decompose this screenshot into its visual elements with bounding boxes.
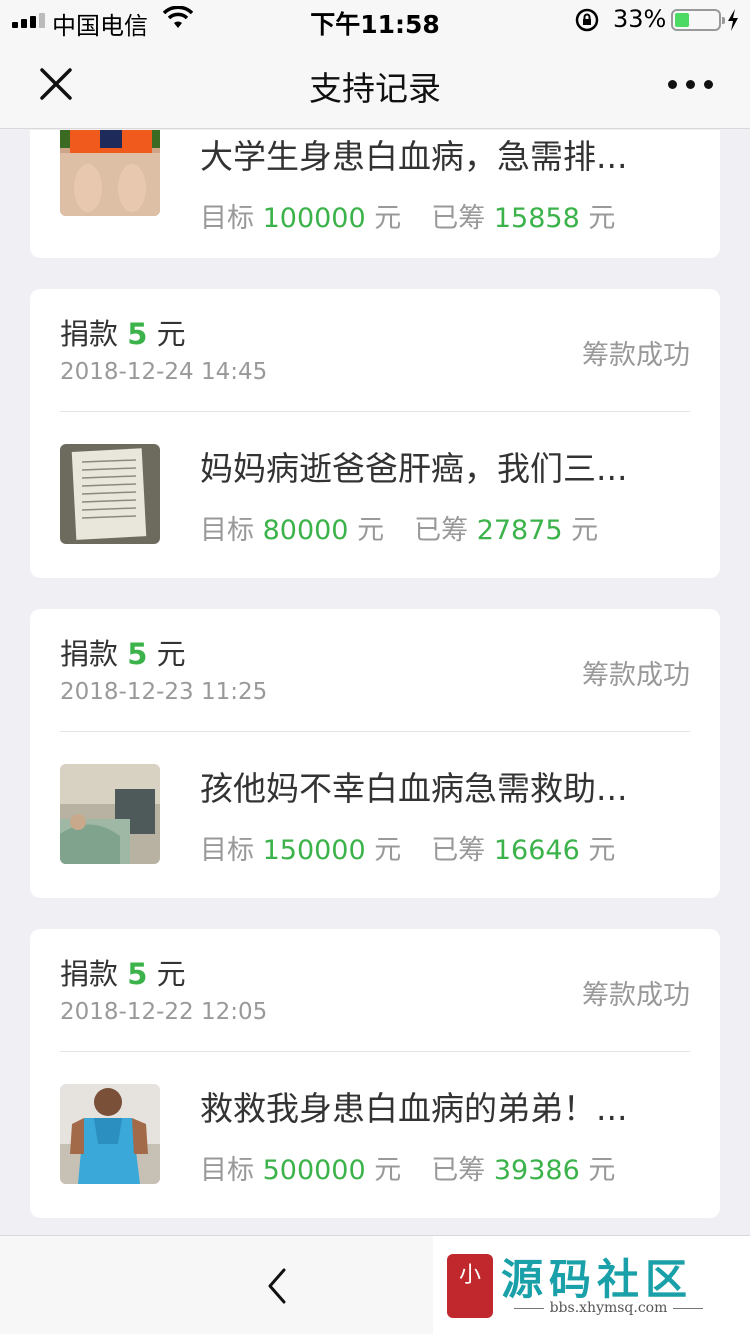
target-value: 80000 — [262, 515, 349, 546]
unit-label: 元 — [562, 515, 599, 546]
project-stats: 目标 80000 元已筹 27875 元 — [200, 508, 598, 547]
project-stats: 目标 500000 元已筹 39386 元 — [200, 1148, 615, 1187]
watermark-title: 源码社区 — [501, 1255, 694, 1304]
donation-date: 2018-12-24 14:45 — [60, 359, 268, 385]
donation-amount: 捐款 5 元 — [60, 311, 186, 353]
target-label: 目标 — [200, 835, 263, 866]
donation-unit: 元 — [147, 637, 186, 671]
charging-bolt-icon — [728, 9, 738, 31]
unit-label: 元 — [365, 1155, 402, 1186]
target-label: 目标 — [200, 1155, 263, 1186]
project-summary[interactable]: 救救我身患白血病的弟弟！... 目标 500000 元已筹 39386 元 — [30, 1052, 720, 1216]
unit-label: 元 — [579, 1155, 616, 1186]
status-badge: 筹款成功 — [582, 660, 690, 691]
target-label: 目标 — [200, 203, 263, 234]
donation-unit: 元 — [147, 317, 186, 351]
donation-label: 捐款 — [60, 317, 128, 351]
donation-header: 捐款 5 元 2018-12-24 14:45 筹款成功 — [60, 289, 690, 412]
target-value: 500000 — [262, 1155, 366, 1186]
project-title: 妈妈病逝爸爸肝癌，我们三... — [200, 449, 628, 488]
battery-icon — [671, 9, 725, 31]
raised-label: 已筹 — [414, 515, 477, 546]
raised-value: 27875 — [476, 515, 563, 546]
donation-amount: 捐款 5 元 — [60, 951, 186, 993]
support-record-card[interactable]: 大学生身患白血病，急需排... 目标 100000 元已筹 15858 元 — [30, 130, 720, 258]
unit-label: 元 — [348, 515, 385, 546]
raised-value: 16646 — [493, 835, 580, 866]
unit-label: 元 — [365, 203, 402, 234]
donation-header: 捐款 5 元 2018-12-22 12:05 筹款成功 — [60, 929, 690, 1052]
page-title: 支持记录 — [309, 69, 441, 108]
rotation-lock-icon — [575, 8, 599, 32]
target-value: 100000 — [262, 203, 366, 234]
project-summary[interactable]: 大学生身患白血病，急需排... 目标 100000 元已筹 15858 元 — [30, 130, 720, 258]
target-value: 150000 — [262, 835, 366, 866]
project-thumbnail — [60, 130, 160, 216]
project-title: 大学生身患白血病，急需排... — [200, 137, 628, 176]
support-record-card[interactable]: 捐款 5 元 2018-12-24 14:45 筹款成功 妈妈病逝爸爸肝癌，我们… — [30, 289, 720, 578]
raised-label: 已筹 — [431, 203, 494, 234]
project-stats: 目标 150000 元已筹 16646 元 — [200, 828, 615, 867]
support-record-card[interactable]: 捐款 5 元 2018-12-23 11:25 筹款成功 孩他妈不幸白血病急需救… — [30, 609, 720, 898]
project-summary[interactable]: 妈妈病逝爸爸肝癌，我们三... 目标 80000 元已筹 27875 元 — [30, 412, 720, 576]
support-record-card[interactable]: 捐款 5 元 2018-12-22 12:05 筹款成功 救救我身患白血病的弟弟… — [30, 929, 720, 1218]
support-record-list[interactable]: 大学生身患白血病，急需排... 目标 100000 元已筹 15858 元 捐款… — [0, 130, 750, 1235]
project-title: 救救我身患白血病的弟弟！... — [200, 1089, 628, 1128]
status-badge: 筹款成功 — [582, 340, 690, 371]
unit-label: 元 — [579, 203, 616, 234]
donation-label: 捐款 — [60, 637, 128, 671]
status-bar: 中国电信 下午11:58 33% — [0, 0, 750, 40]
project-summary[interactable]: 孩他妈不幸白血病急需救助... 目标 150000 元已筹 16646 元 — [30, 732, 720, 896]
battery-percent: 33% — [613, 5, 667, 33]
project-title: 孩他妈不幸白血病急需救助... — [200, 769, 628, 808]
donation-value: 5 — [127, 957, 148, 991]
raised-label: 已筹 — [431, 835, 494, 866]
project-thumbnail — [60, 1084, 160, 1184]
unit-label: 元 — [579, 835, 616, 866]
donation-amount: 捐款 5 元 — [60, 631, 186, 673]
watermark: 小 源码社区 bbs.xhymsq.com — [433, 1236, 750, 1334]
raised-value: 15858 — [493, 203, 580, 234]
bottom-toolbar: 小 源码社区 bbs.xhymsq.com — [0, 1235, 750, 1334]
donation-value: 5 — [127, 637, 148, 671]
donation-unit: 元 — [147, 957, 186, 991]
raised-label: 已筹 — [431, 1155, 494, 1186]
more-options-icon[interactable] — [668, 72, 718, 96]
seal-logo: 小 — [447, 1254, 493, 1318]
donation-header: 捐款 5 元 2018-12-23 11:25 筹款成功 — [60, 609, 690, 732]
nav-bar: 支持记录 — [0, 40, 750, 129]
donation-value: 5 — [127, 317, 148, 351]
project-stats: 目标 100000 元已筹 15858 元 — [200, 196, 615, 235]
donation-date: 2018-12-23 11:25 — [60, 679, 268, 705]
project-thumbnail — [60, 444, 160, 544]
target-label: 目标 — [200, 515, 263, 546]
svg-text:小: 小 — [459, 1263, 481, 1288]
project-thumbnail — [60, 764, 160, 864]
donation-label: 捐款 — [60, 957, 128, 991]
donation-date: 2018-12-22 12:05 — [60, 999, 268, 1025]
status-badge: 筹款成功 — [582, 980, 690, 1011]
raised-value: 39386 — [493, 1155, 580, 1186]
unit-label: 元 — [365, 835, 402, 866]
watermark-url: bbs.xhymsq.com — [501, 1300, 716, 1316]
back-arrow-icon[interactable] — [262, 1266, 292, 1306]
